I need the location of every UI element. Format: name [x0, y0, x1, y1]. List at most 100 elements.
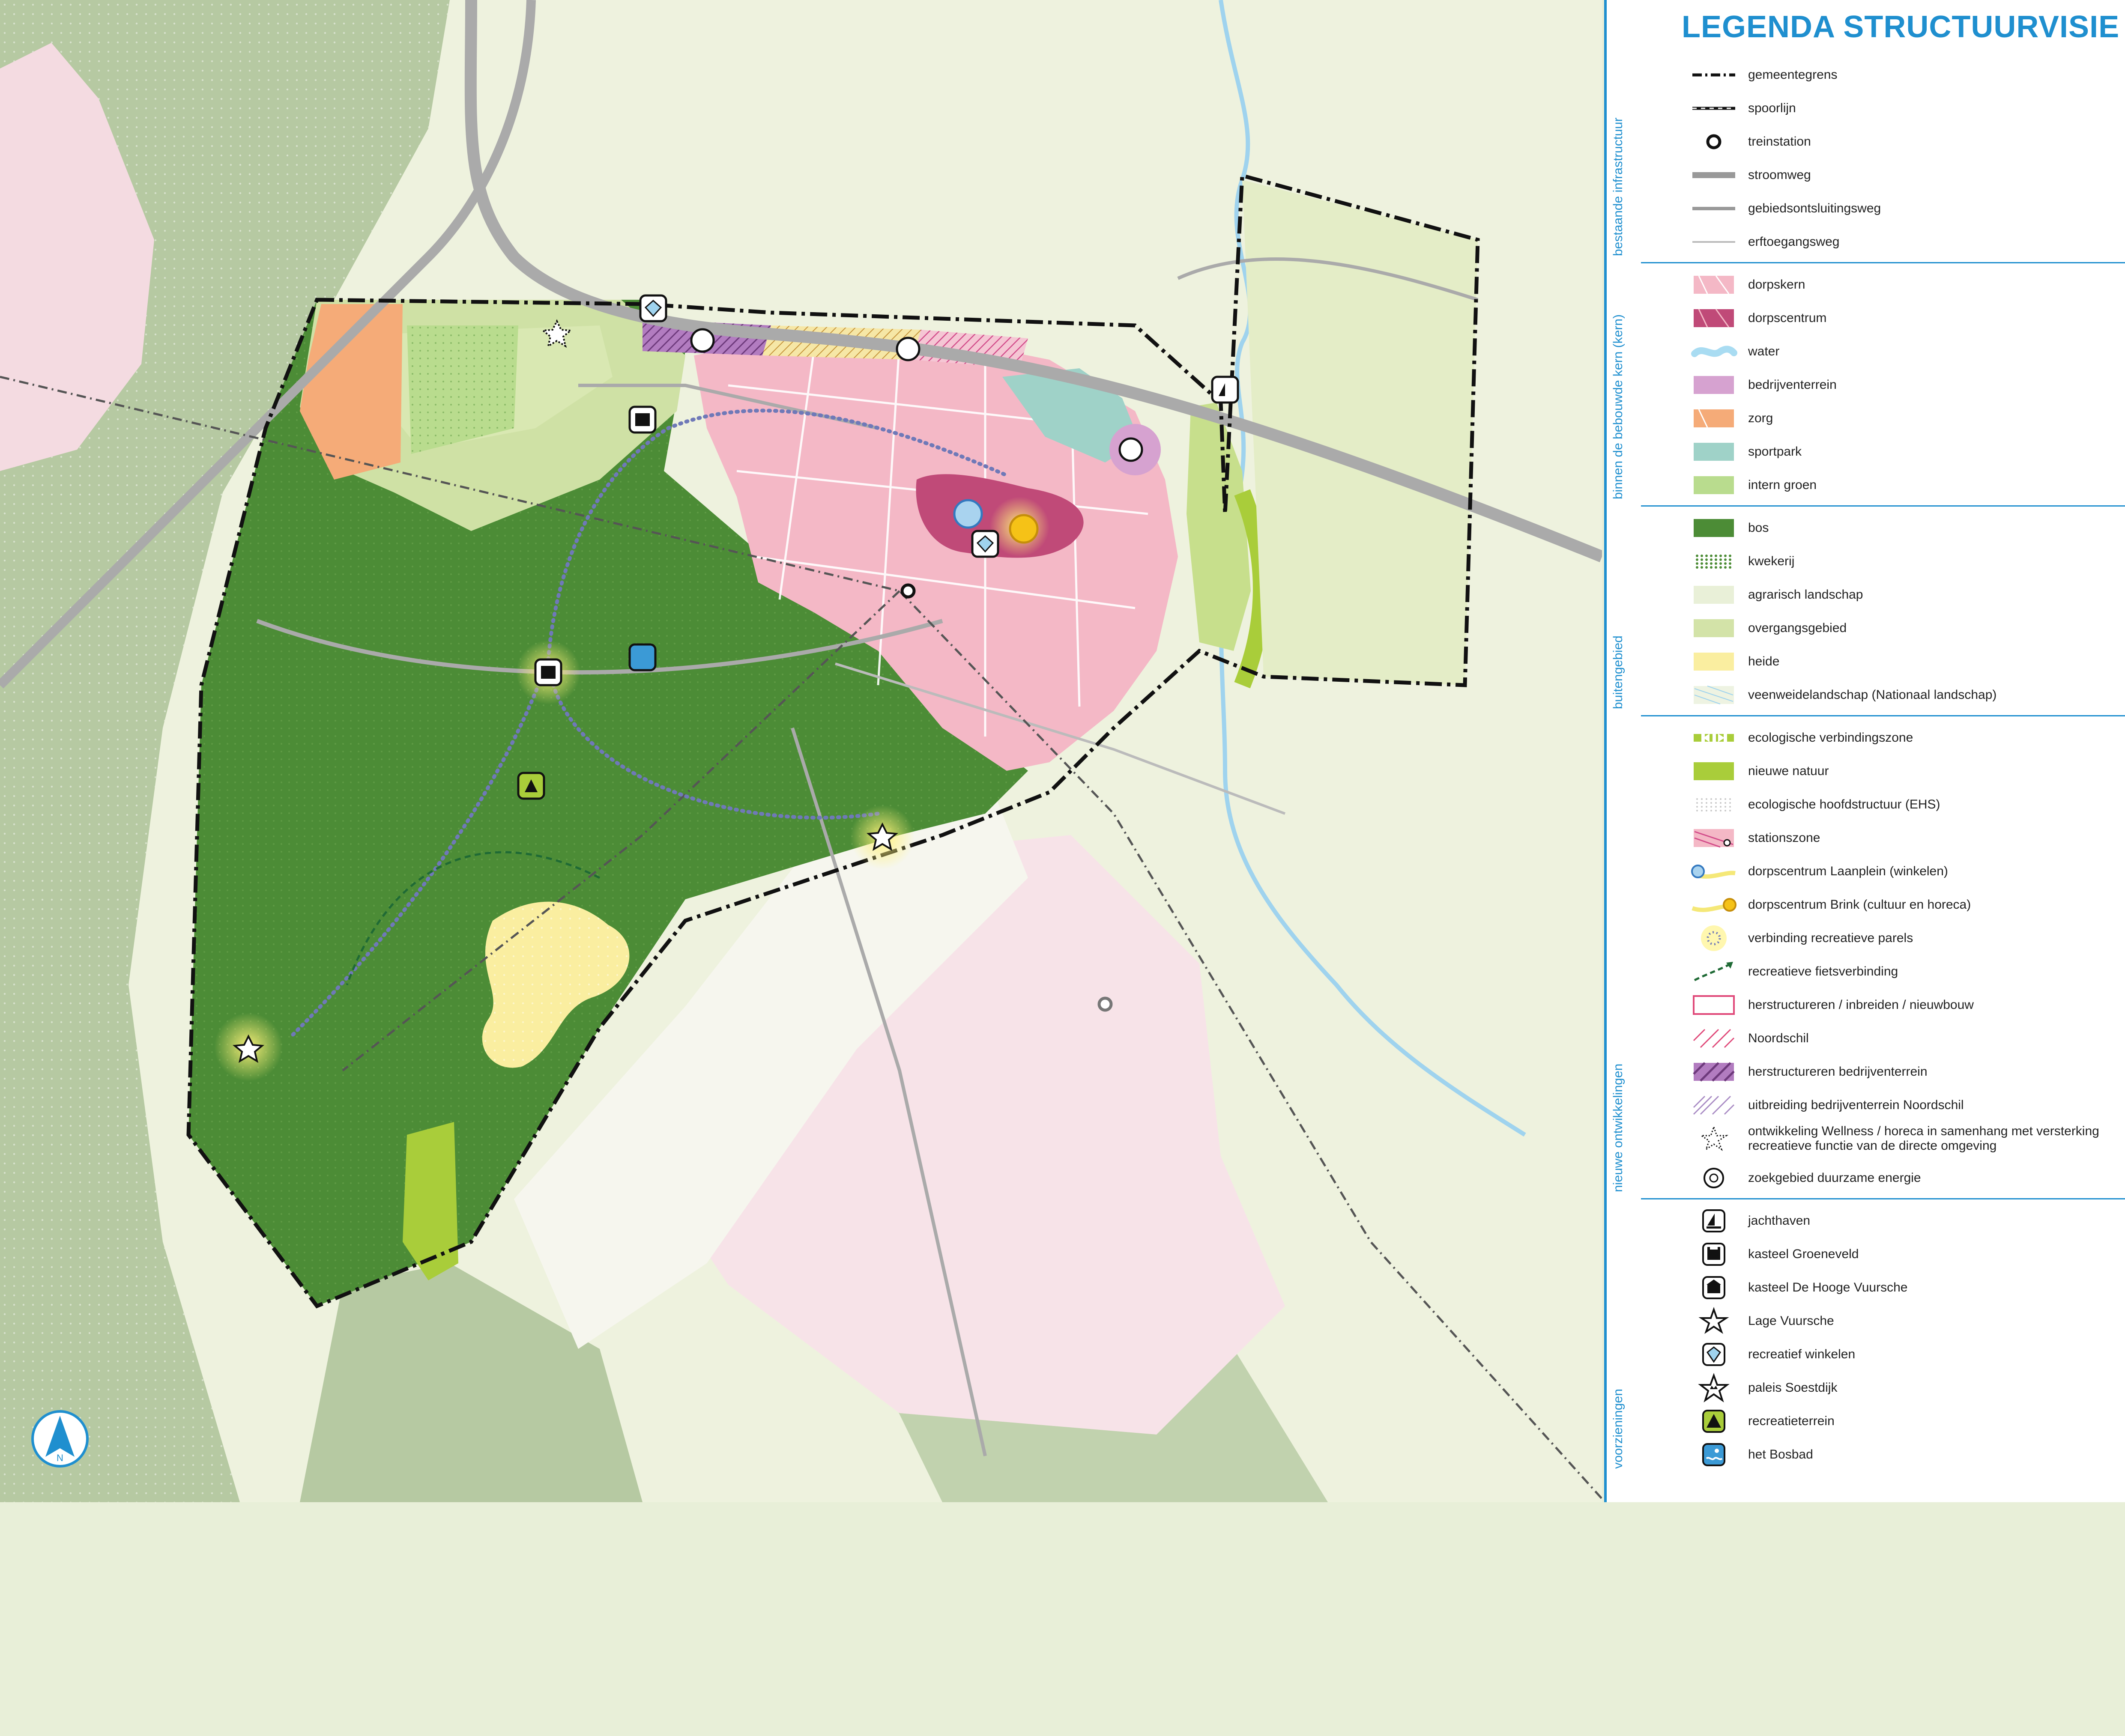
kwekerij-swatch-symbol	[1690, 546, 1737, 576]
uitbreiding-hatch-symbol	[1690, 1090, 1737, 1120]
legend-item-label: spoorlijn	[1748, 101, 1796, 115]
legend-item: kwekerij	[1607, 546, 2125, 576]
legend-item: ecologische hoofdstructuur (EHS)	[1607, 790, 2125, 820]
legend-item-label: bedrijventerrein	[1748, 377, 1837, 392]
legend-item-label: verbinding recreatieve parels	[1748, 931, 1913, 945]
legend-group-label: voorzieningen	[1611, 1389, 1625, 1469]
legend-item: dorpscentrum Laanplein (winkelen)	[1607, 856, 2125, 886]
legend-item-label: erftoegangsweg	[1748, 234, 1840, 249]
legend-item-label: zoekgebied duurzame energie	[1748, 1170, 1921, 1185]
legend-item-label: gebiedsontsluitingsweg	[1748, 201, 1881, 215]
legend-item-label: herstructureren bedrijventerrein	[1748, 1064, 1928, 1079]
legend-item: uitbreiding bedrijventerrein Noordschil	[1607, 1090, 2125, 1120]
legend-item: erftoegangsweg	[1607, 227, 2125, 257]
legend-item-label: recreatieve fietsverbinding	[1748, 964, 1898, 978]
legend-item: herstructureren bedrijventerrein	[1607, 1057, 2125, 1087]
legend-item: paleis Soestdijk	[1607, 1373, 2125, 1403]
legend-item-label: ontwikkeling Wellness / horeca in samenh…	[1748, 1124, 2099, 1153]
legend-item: kasteel Groeneveld	[1607, 1239, 2125, 1269]
laanplein-marker-symbol	[1690, 856, 1737, 886]
legend-item: dorpscentrum	[1607, 303, 2125, 333]
legend-item-label: herstructureren / inbreiden / nieuwbouw	[1748, 997, 1974, 1012]
station-circle-symbol	[1690, 127, 1737, 157]
legend-item: sportpark	[1607, 437, 2125, 467]
legend-item-label: stroomweg	[1748, 167, 1811, 182]
legend-panel: LEGENDA STRUCTUURVISIE gemeentegrens spoo…	[1604, 0, 2125, 1502]
legend-item: kasteel De Hooge Vuursche	[1607, 1273, 2125, 1303]
legend-item-label: recreatieterrein	[1748, 1414, 1835, 1428]
legend-item: bos	[1607, 513, 2125, 543]
legend-item-label: Lage Vuursche	[1748, 1313, 1834, 1328]
noordschil-hatch-symbol	[1690, 1023, 1737, 1053]
legend-item-label: dorpscentrum	[1748, 310, 1827, 325]
legend-item: spoorlijn	[1607, 93, 2125, 123]
energie-icon	[1690, 1163, 1737, 1193]
legend-item: recreatieve fietsverbinding	[1607, 957, 2125, 987]
legend-item-label: uitbreiding bedrijventerrein Noordschil	[1748, 1098, 1964, 1112]
legend-item-label: heide	[1748, 654, 1780, 668]
diamond-icon	[1690, 1339, 1737, 1369]
legend-item-label: Noordschil	[1748, 1031, 1809, 1045]
star-icon	[1690, 1306, 1737, 1336]
erftoegangsweg-line-symbol	[1690, 227, 1737, 257]
legend-separator	[1641, 505, 2125, 507]
legend-item: gebiedsontsluitingsweg	[1607, 194, 2125, 224]
kasteel2-icon	[1690, 1273, 1737, 1303]
legend-item: intern groen	[1607, 470, 2125, 500]
wellness-star-symbol	[1690, 1124, 1737, 1154]
legend-item-label: sportpark	[1748, 444, 1802, 459]
eco-verbindingszone-symbol	[1690, 723, 1737, 753]
legend-item: stationszone	[1607, 823, 2125, 853]
swim-icon	[1690, 1440, 1737, 1470]
water-swatch-symbol	[1690, 337, 1737, 367]
legend-item: veenweidelandschap (Nationaal landschap)	[1607, 680, 2125, 710]
veenweide-swatch-symbol	[1690, 680, 1737, 710]
legend-item-label: jachthaven	[1748, 1213, 1811, 1228]
herstructureren-bedrijf-hatch-symbol	[1690, 1057, 1737, 1087]
legend-item-label: stationszone	[1748, 830, 1820, 845]
herstructureren-outline-symbol	[1690, 990, 1737, 1020]
fietsverbinding-arrow-symbol	[1690, 957, 1737, 987]
legend-item: bedrijventerrein	[1607, 370, 2125, 400]
stroomweg-line-symbol	[1690, 160, 1737, 190]
legend-item-label: paleis Soestdijk	[1748, 1380, 1838, 1395]
nieuwe-natuur-swatch-symbol	[1690, 756, 1737, 786]
intern-groen-swatch-symbol	[1690, 470, 1737, 500]
legend-item-label: gemeentegrens	[1748, 67, 1838, 82]
legend-item: dorpscentrum Brink (cultuur en horeca)	[1607, 890, 2125, 920]
legend-item-label: ecologische verbindingszone	[1748, 730, 1913, 745]
parels-marker-symbol	[1690, 923, 1737, 953]
legend-item-label: intern groen	[1748, 477, 1817, 492]
ehs-swatch-symbol	[1690, 790, 1737, 820]
legend-item: nieuwe natuur	[1607, 756, 2125, 786]
legend-item: stroomweg	[1607, 160, 2125, 190]
spoorlijn-line-symbol	[1690, 93, 1737, 123]
legend-item: Lage Vuursche	[1607, 1306, 2125, 1336]
structure-map[interactable]: N	[0, 0, 1602, 1502]
legend-item: zorg	[1607, 403, 2125, 433]
legend-item-label: dorpscentrum Laanplein (winkelen)	[1748, 864, 1948, 878]
legend-item: ecologische verbindingszone	[1607, 723, 2125, 753]
legend-item: recreatieterrein	[1607, 1406, 2125, 1436]
bos-swatch-symbol	[1690, 513, 1737, 543]
gebiedsontsluitingsweg-line-symbol	[1690, 194, 1737, 224]
dorpskern-swatch-symbol	[1690, 270, 1737, 300]
crown-star-icon	[1690, 1373, 1737, 1403]
overgangsgebied-swatch-symbol	[1690, 613, 1737, 643]
legend-item: dorpskern	[1607, 270, 2125, 300]
legend-item: treinstation	[1607, 127, 2125, 157]
jachthaven-icon	[1690, 1206, 1737, 1236]
legend-item: recreatief winkelen	[1607, 1339, 2125, 1369]
legend-item-label: bos	[1748, 520, 1769, 535]
gemeentegrens-line-symbol	[1690, 60, 1737, 90]
legend-item-label: water	[1748, 344, 1780, 358]
legend-item: ontwikkeling Wellness / horeca in samenh…	[1607, 1124, 2125, 1154]
legend-item-label: dorpscentrum Brink (cultuur en horeca)	[1748, 897, 1971, 912]
dorpscentrum-swatch-symbol	[1690, 303, 1737, 333]
legend-item-label: dorpskern	[1748, 277, 1805, 292]
legend-item-label: zorg	[1748, 411, 1773, 425]
north-label: N	[57, 1453, 63, 1463]
zorg-swatch-symbol	[1690, 403, 1737, 433]
legend-item: agrarisch landschap	[1607, 580, 2125, 610]
legend-item: zoekgebied duurzame energie	[1607, 1163, 2125, 1193]
